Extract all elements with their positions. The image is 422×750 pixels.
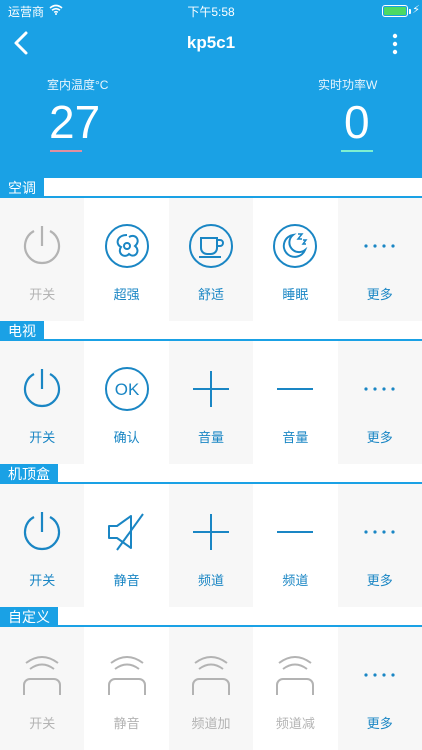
custom-power-label: 开关 [29,716,56,731]
power-icon [24,226,61,265]
ac-sleep-button[interactable]: 睡眠 [253,198,338,321]
custom-mute-label: 静音 [113,716,140,731]
ac-turbo-button[interactable]: 超强 [84,198,169,321]
sleep-moon-icon [273,224,318,268]
ac-more-button[interactable]: 更多 [337,198,422,321]
section-title-ac: 空调 [0,178,44,198]
ac-button-row: 开关 超强 舒适 睡眠 更多 [0,198,422,321]
custom-mute-button[interactable]: 静音 [84,627,169,750]
minus-icon [277,531,314,533]
tv-power-button[interactable]: 开关 [0,341,85,464]
indoor-temp-value: 27 [49,96,101,148]
header-bar: 运营商 下午5:58 ⚡ kp5c1 室内温度°C 27 实时功率W 0 [0,0,422,178]
stb-mute-label: 静音 [113,573,140,588]
stb-button-row: 开关 静音 频道 频道 更多 [0,484,422,607]
section-title-custom: 自定义 [0,607,58,627]
stb-channel-down-button[interactable]: 频道 [253,484,338,607]
stb-mute-button[interactable]: 静音 [84,484,169,607]
indoor-temp-label: 室内温度°C [47,78,109,92]
power-label: 实时功率W [318,78,378,92]
svg-text:OK: OK [114,380,139,399]
tv-volume-up-button[interactable]: 音量 [168,341,254,464]
tv-volume-down-label: 音量 [282,430,309,445]
more-dots-icon [364,387,395,391]
custom-power-button[interactable]: 开关 [0,627,85,750]
signal-icon [276,656,315,695]
ac-power-label: 开关 [29,287,56,302]
stb-power-label: 开关 [29,573,56,588]
custom-channel-up-label: 频道加 [191,716,231,731]
signal-icon [23,656,62,695]
ac-more-label: 更多 [366,287,393,302]
custom-button-row: 开关 静音 频道加 频道减 更多 [0,627,422,750]
custom-more-label: 更多 [366,716,393,731]
power-underline [341,150,373,152]
stb-channel-up-button[interactable]: 频道 [168,484,254,607]
stb-more-label: 更多 [366,573,393,588]
indoor-temp-underline [50,150,82,152]
tv-power-label: 开关 [29,430,56,445]
tv-volume-down-button[interactable]: 音量 [253,341,338,464]
status-bar: 运营商 下午5:58 ⚡ [0,0,422,22]
stb-more-button[interactable]: 更多 [337,484,422,607]
stb-channel-up-label: 频道 [197,573,224,588]
power-icon [24,512,61,551]
signal-icon [107,656,146,695]
minus-icon [277,388,314,390]
custom-channel-up-button[interactable]: 频道加 [168,627,254,750]
power-value: 0 [344,96,370,148]
more-dots-icon [364,530,395,534]
more-dots-icon [364,673,395,677]
mute-icon [107,513,144,551]
custom-channel-down-button[interactable]: 频道减 [253,627,338,750]
custom-channel-down-label: 频道减 [275,716,315,731]
custom-more-button[interactable]: 更多 [337,627,422,750]
stb-channel-down-label: 频道 [282,573,309,588]
section-title-tv: 电视 [0,321,44,341]
ac-comfort-button[interactable]: 舒适 [168,198,254,321]
tv-more-button[interactable]: 更多 [337,341,422,464]
tv-more-label: 更多 [366,430,393,445]
ac-sleep-label: 睡眠 [282,287,309,302]
plus-icon [192,371,229,407]
page-title: kp5c1 [186,33,236,52]
battery-icon [382,5,408,17]
more-dots-icon [364,244,395,248]
stb-power-button[interactable]: 开关 [0,484,85,607]
section-title-stb: 机顶盒 [0,464,58,484]
cup-icon [188,224,233,268]
swirl-icon [104,224,149,268]
tv-button-row: 开关 OK 确认 音量 音量 更多 [0,341,422,464]
more-vertical-icon[interactable] [390,33,400,55]
tv-volume-up-label: 音量 [197,430,224,445]
status-time: 下午5:58 [187,5,235,19]
plus-icon [192,514,229,550]
ac-power-button[interactable]: 开关 [0,198,85,321]
battery-tip [409,9,411,14]
ok-icon: OK [104,367,149,411]
charging-icon: ⚡ [412,4,420,16]
signal-icon [191,656,230,695]
ac-turbo-label: 超强 [113,287,140,302]
tv-ok-button[interactable]: OK 确认 [84,341,169,464]
power-icon [24,369,61,408]
tv-ok-label: 确认 [113,430,140,445]
ac-comfort-label: 舒适 [197,287,224,302]
